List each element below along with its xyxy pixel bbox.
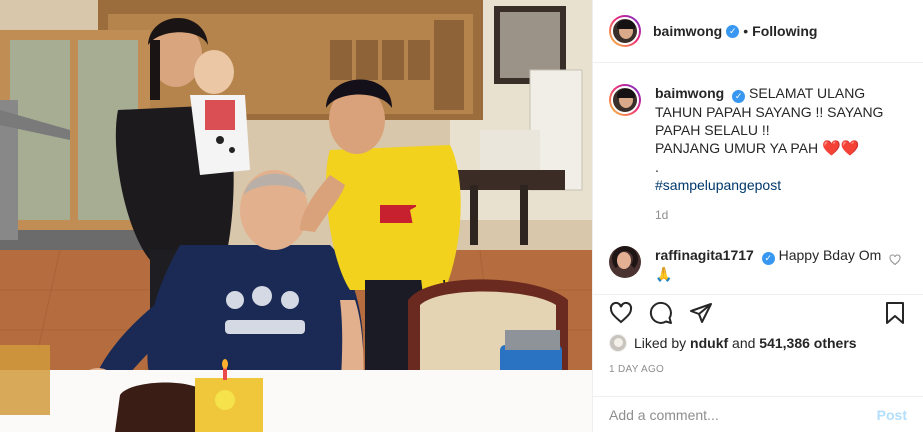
- comment-icon[interactable]: [647, 299, 675, 327]
- comment-text: Happy Bday Om: [778, 247, 882, 263]
- hashtag-link[interactable]: #sampelupangepost: [655, 176, 895, 194]
- folded-hands-emoji: 🙏: [655, 266, 673, 282]
- caption-username[interactable]: baimwong: [655, 85, 724, 101]
- verified-badge-icon: ✓: [726, 24, 740, 38]
- comment-input[interactable]: [609, 406, 877, 423]
- heart-icon[interactable]: [607, 299, 635, 327]
- post-side-panel: baimwong ✓ • Following baimwong ✓ SELAMA…: [592, 0, 923, 432]
- comment-body: raffinagita1717 ✓ Happy Bday Om 🙏: [655, 246, 895, 283]
- comment-like-heart-icon[interactable]: [889, 254, 901, 269]
- likes-prefix: Liked by: [634, 335, 687, 351]
- commenter-username[interactable]: raffinagita1717: [655, 247, 754, 263]
- instagram-post: baimwong ✓ • Following baimwong ✓ SELAMA…: [0, 0, 923, 432]
- caption-age: 1d: [655, 208, 669, 222]
- caption: baimwong ✓ SELAMAT ULANG TAHUN PAPAH SAY…: [609, 84, 907, 224]
- comment-row: raffinagita1717 ✓ Happy Bday Om 🙏: [609, 246, 907, 283]
- red-heart-emoji: ❤️❤️: [822, 140, 860, 157]
- likes-conjunction: and: [732, 335, 756, 351]
- post-comment-button[interactable]: Post: [877, 407, 907, 423]
- likes-summary: Liked by ndukf and 541,386 others: [609, 334, 907, 352]
- liker-username[interactable]: ndukf: [690, 335, 728, 351]
- caption-text-line-2-text: PANJANG UMUR YA PAH: [655, 140, 819, 156]
- post-photo[interactable]: [0, 0, 592, 432]
- caption-text-line-3: .: [655, 159, 659, 175]
- bookmark-icon[interactable]: [881, 299, 909, 327]
- commenter-avatar[interactable]: [609, 246, 641, 278]
- likes-count[interactable]: 541,386 others: [759, 335, 856, 351]
- comments-section: baimwong ✓ SELAMAT ULANG TAHUN PAPAH SAY…: [593, 64, 923, 294]
- add-comment-bar: Post: [593, 396, 923, 432]
- caption-body: baimwong ✓ SELAMAT ULANG TAHUN PAPAH SAY…: [655, 84, 895, 224]
- following-button[interactable]: Following: [752, 23, 817, 39]
- action-bar: [593, 294, 923, 330]
- caption-text-line-2: PANJANG UMUR YA PAH ❤️❤️: [655, 139, 895, 158]
- liker-avatar[interactable]: [609, 334, 627, 352]
- post-timestamp[interactable]: 1 DAY AGO: [609, 364, 664, 375]
- header-separator: •: [743, 23, 749, 39]
- family-birthday-photo: [0, 0, 592, 432]
- author-username[interactable]: baimwong: [653, 23, 722, 39]
- author-avatar[interactable]: [609, 15, 641, 47]
- verified-badge-icon: ✓: [761, 252, 775, 265]
- caption-author-avatar[interactable]: [609, 84, 641, 116]
- verified-badge-icon: ✓: [732, 90, 746, 103]
- post-header: baimwong ✓ • Following: [593, 0, 923, 63]
- paper-plane-icon[interactable]: [687, 299, 715, 327]
